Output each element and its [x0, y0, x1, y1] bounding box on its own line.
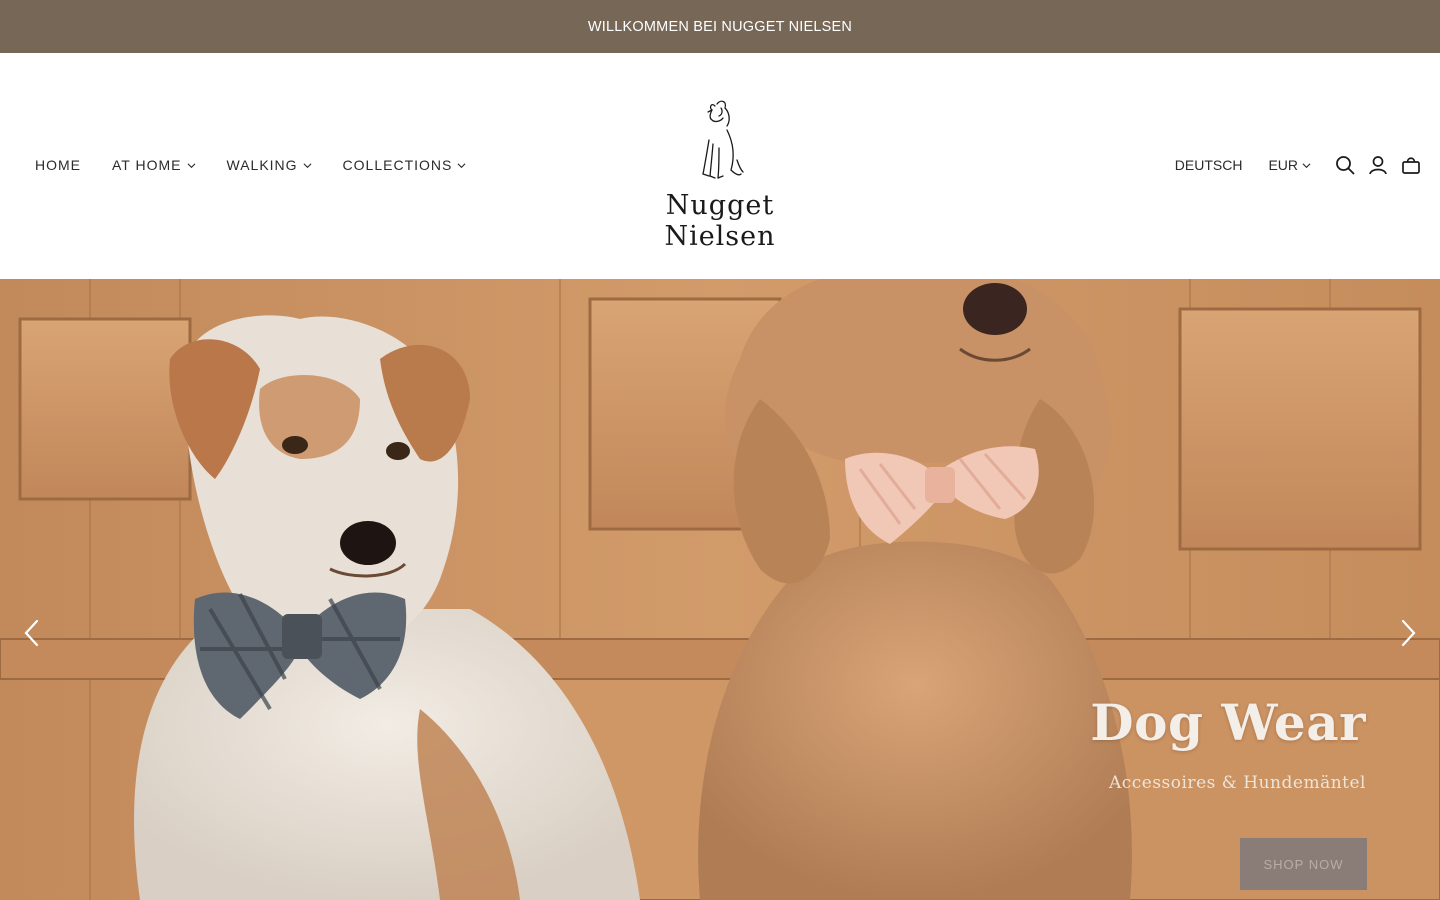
nav-item-walking[interactable]: WALKING: [227, 157, 312, 173]
nav-item-label: WALKING: [226, 157, 298, 173]
hero-slideshow: Dog Wear Accessoires & Hundemäntel SHOP …: [0, 279, 1440, 900]
main-nav: HOME AT HOME WALKING COLLECTIONS: [35, 157, 497, 173]
slide-prev-button[interactable]: [20, 618, 44, 648]
announcement-text: WILLKOMMEN BEI NUGGET NIELSEN: [587, 18, 853, 35]
chevron-down-icon: [187, 162, 195, 168]
nav-item-home[interactable]: HOME: [35, 157, 81, 173]
currency-label: EUR: [1268, 157, 1298, 173]
currency-selector[interactable]: EUR: [1268, 157, 1311, 173]
nav-item-collections[interactable]: COLLECTIONS: [343, 157, 467, 173]
slide-next-button[interactable]: [1396, 618, 1420, 648]
search-icon: [1336, 156, 1355, 175]
announcement-bar: WILLKOMMEN BEI NUGGET NIELSEN: [0, 0, 1440, 53]
site-header: HOME AT HOME WALKING COLLECTIONS Nugget …: [0, 53, 1440, 279]
nav-item-label: COLLECTIONS: [342, 157, 453, 173]
hero-image: [0, 279, 1440, 900]
shop-now-button[interactable]: SHOP NOW: [1240, 838, 1367, 890]
nav-item-label: HOME: [35, 157, 81, 173]
account-icon: [1369, 156, 1387, 175]
chevron-down-icon: [1302, 162, 1311, 168]
dog-sketch-icon: [702, 100, 744, 179]
nav-item-at-home[interactable]: AT HOME: [112, 157, 196, 173]
chevron-left-icon: [24, 619, 39, 647]
search-button[interactable]: [1334, 154, 1356, 176]
chevron-right-icon: [1401, 619, 1416, 647]
cart-button[interactable]: [1400, 154, 1422, 176]
nav-item-label: AT HOME: [112, 157, 182, 173]
language-selector[interactable]: DEUTSCH: [1175, 157, 1243, 173]
cart-icon: [1402, 157, 1420, 174]
account-button[interactable]: [1367, 154, 1389, 176]
brand-name: Nugget Nielsen: [664, 190, 776, 252]
utility-nav: DEUTSCH EUR: [1175, 154, 1422, 176]
chevron-down-icon: [457, 162, 466, 168]
hero-subtitle: Accessoires & Hundemäntel: [1108, 773, 1366, 793]
hero-title: Dog Wear: [1090, 693, 1366, 752]
chevron-down-icon: [303, 162, 312, 168]
brand-logo[interactable]: Nugget Nielsen: [610, 96, 830, 252]
